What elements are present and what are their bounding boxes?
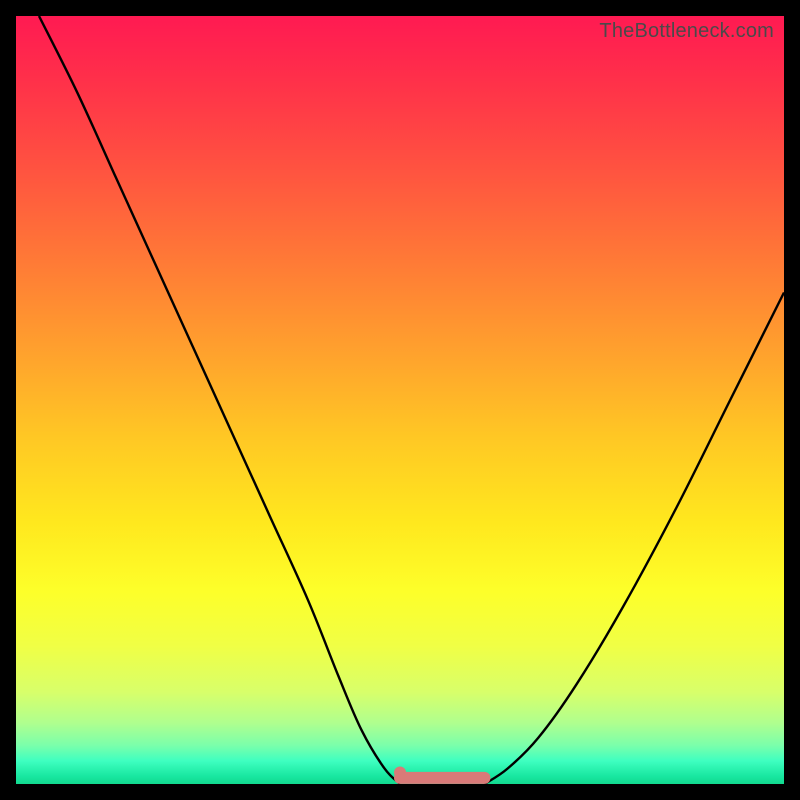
chart-svg [16, 16, 784, 784]
highlight-dot [394, 767, 406, 779]
series-left-curve [39, 16, 400, 784]
chart-frame: TheBottleneck.com [16, 16, 784, 784]
series-right-curve [485, 293, 785, 785]
